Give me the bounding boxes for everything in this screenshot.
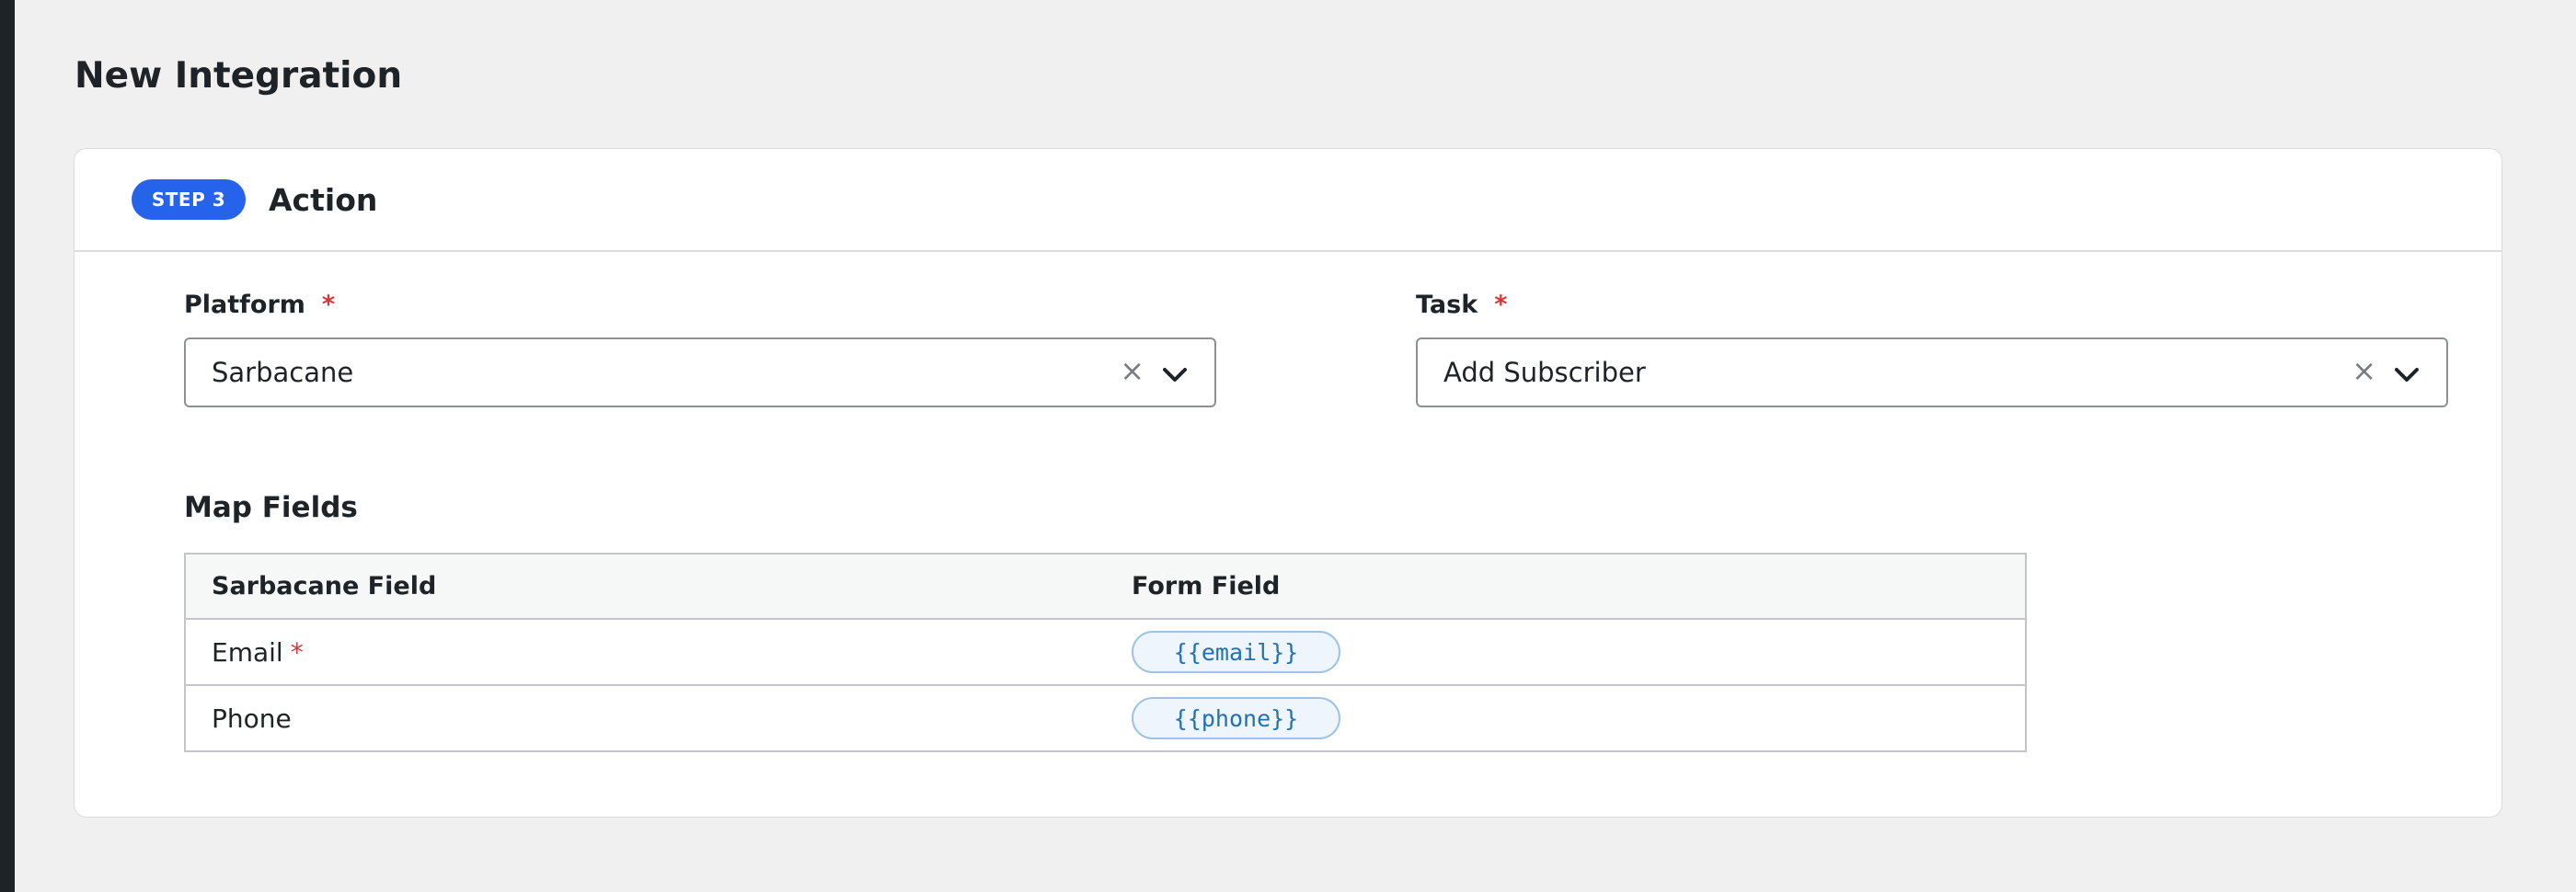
merge-tag-token[interactable]: {{email}} [1132,631,1340,673]
task-label: Task * [1416,287,2448,322]
task-selected-value: Add Subscriber [1443,357,1646,388]
table-row: Phone {{phone}} [185,685,2026,752]
table-header-row: Sarbacane Field Form Field [185,554,2026,620]
required-marker: * [290,636,304,668]
step-badge: STEP 3 [132,179,246,220]
task-select[interactable]: Add Subscriber × [1416,337,2448,407]
task-field: Task * Add Subscriber × [1416,287,2448,407]
page-title: New Integration [75,55,403,97]
task-label-text: Task [1416,290,1478,319]
column-header-form-field: Form Field [1106,554,2026,620]
form-field-cell: {{email}} [1106,619,2026,686]
platform-select[interactable]: Sarbacane × [184,337,1216,407]
map-fields-heading: Map Fields [184,491,358,524]
step-title: Action [269,181,378,218]
table-row: Email * {{email}} [185,619,2026,686]
close-icon[interactable]: × [2352,356,2376,385]
chevron-down-icon[interactable] [2393,363,2421,385]
form-field-cell: {{phone}} [1106,685,2026,752]
column-header-sarbacane-field: Sarbacane Field [185,554,1106,620]
field-name: Email [212,636,283,668]
card-header: STEP 3 Action [75,149,2501,252]
required-marker: * [321,290,336,319]
platform-label-text: Platform [184,290,305,319]
field-name: Phone [212,703,292,734]
platform-selected-value: Sarbacane [212,357,354,388]
required-marker: * [1494,290,1508,319]
platform-label: Platform * [184,287,1216,322]
sarbacane-field-cell: Phone [185,685,1106,752]
platform-field: Platform * Sarbacane × [184,287,1216,407]
admin-sidebar-edge [0,0,15,892]
action-step-card: STEP 3 Action Platform * Sarbacane × Tas… [74,148,2502,818]
merge-tag-token[interactable]: {{phone}} [1132,697,1340,739]
close-icon[interactable]: × [1120,356,1144,385]
chevron-down-icon[interactable] [1161,363,1189,385]
map-fields-table: Sarbacane Field Form Field Email * {{emai… [184,553,2027,752]
sarbacane-field-cell: Email * [185,619,1106,686]
